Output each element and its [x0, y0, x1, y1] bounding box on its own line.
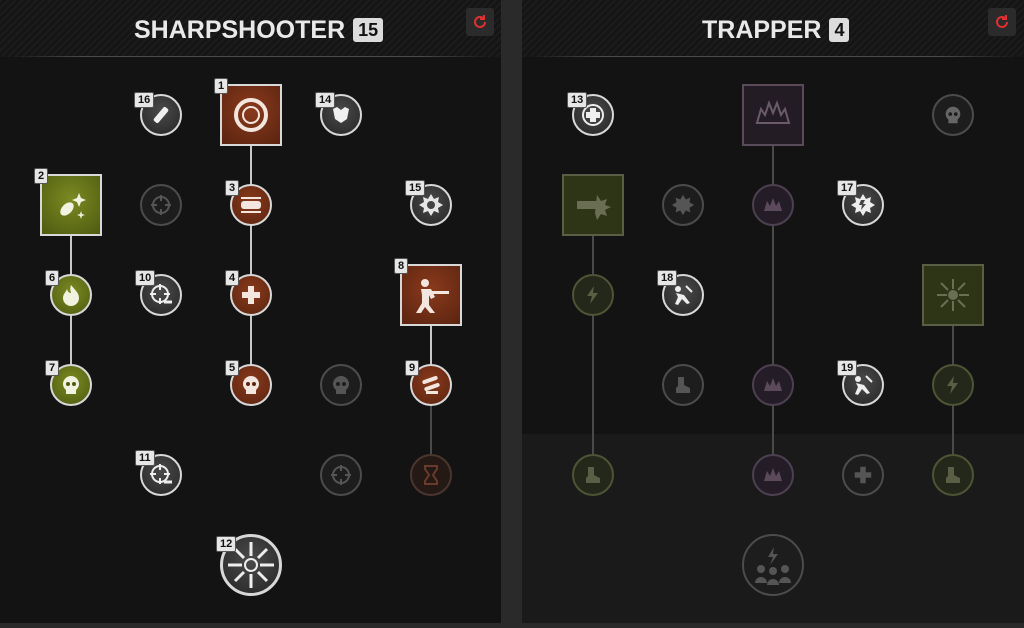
connector-2-6	[70, 236, 72, 276]
node-number: 4	[225, 270, 240, 286]
skill-node-locked[interactable]	[662, 364, 704, 406]
node-number: 6	[45, 270, 60, 286]
node-number: 9	[405, 360, 420, 376]
crosshair-icon	[151, 195, 171, 215]
skill-node-locked[interactable]	[932, 454, 974, 496]
skill-node-2[interactable]	[40, 174, 102, 236]
connector-9-lock	[430, 404, 432, 456]
node-number: 1	[214, 78, 229, 94]
skill-node-locked[interactable]	[932, 94, 974, 136]
reset-button[interactable]	[988, 8, 1016, 36]
skill-node-locked[interactable]	[752, 364, 794, 406]
connector-4-5	[250, 315, 252, 365]
shock-burst-icon	[937, 279, 969, 311]
team-lightning-icon	[755, 547, 791, 585]
header-divider	[532, 56, 1014, 57]
refresh-icon	[474, 15, 486, 28]
bear-trap-icon	[755, 100, 791, 124]
node-number: 7	[45, 360, 60, 376]
lightning-icon	[947, 376, 958, 394]
explosion-icon	[671, 194, 695, 216]
bullet-icon	[241, 197, 261, 213]
node-number: 12	[216, 536, 237, 552]
refresh-icon	[996, 15, 1008, 28]
points-badge: 15	[353, 18, 384, 42]
node-number: 17	[837, 180, 858, 196]
node-number: 2	[34, 168, 49, 184]
sharpshooter-panel: SHARPSHOOTER 15 16 1 14 2 3 15 6 10 4 8 …	[0, 0, 501, 623]
skill-node-locked[interactable]	[320, 454, 362, 496]
reset-button[interactable]	[466, 8, 494, 36]
skill-node-locked[interactable]	[320, 364, 362, 406]
bullets-icon	[422, 375, 440, 394]
skill-node-locked[interactable]	[662, 184, 704, 226]
connector-6-7	[70, 315, 72, 365]
medic-cross-icon	[854, 466, 872, 484]
node-number: 16	[134, 92, 155, 108]
node-number: 3	[225, 180, 240, 196]
boot-lightning-icon	[946, 467, 960, 483]
trapper-title-group: TRAPPER 4	[702, 14, 850, 46]
connector-8-9	[430, 326, 432, 366]
skill-node-locked[interactable]	[410, 454, 452, 496]
skill-node-1[interactable]	[220, 84, 282, 146]
trap-icon	[764, 378, 782, 391]
blast-shell-icon	[577, 195, 611, 220]
connector-blast-column	[592, 236, 594, 456]
node-number: 15	[405, 180, 426, 196]
connector-3-4	[250, 225, 252, 275]
boot-lightning-icon	[586, 467, 600, 483]
medic-cross-icon	[242, 286, 260, 304]
skill-node-8[interactable]	[400, 264, 462, 326]
lightning-icon	[587, 286, 598, 304]
panel-title: TRAPPER	[702, 15, 822, 44]
node-number: 14	[315, 92, 336, 108]
trap-icon	[764, 198, 782, 211]
skill-node-locked[interactable]	[752, 454, 794, 496]
boot-icon	[676, 377, 690, 393]
node-number: 8	[394, 258, 409, 274]
sharpshooter-title-group: SHARPSHOOTER 15	[134, 14, 384, 46]
skill-node-locked[interactable]	[140, 184, 182, 226]
crosshair-icon	[331, 465, 351, 485]
hourglass-icon	[424, 465, 438, 485]
skill-node-locked[interactable]	[742, 84, 804, 146]
points-badge: 4	[829, 18, 850, 42]
panel-title: SHARPSHOOTER	[134, 15, 346, 44]
skull-hourglass-icon	[63, 376, 79, 394]
flame-icon	[63, 285, 79, 306]
skill-node-locked[interactable]	[572, 454, 614, 496]
skull-mushroom-icon	[243, 376, 259, 394]
node-number: 10	[135, 270, 156, 286]
trap-icon	[764, 468, 782, 481]
skull-icon	[333, 376, 349, 394]
skill-node-locked[interactable]	[572, 274, 614, 316]
trapper-panel: TRAPPER 4 13 17 18 19	[522, 0, 1024, 623]
node-number: 5	[225, 360, 240, 376]
skill-node-locked[interactable]	[932, 364, 974, 406]
prone-shooter-icon	[416, 279, 449, 313]
skill-node-locked[interactable]	[562, 174, 624, 236]
node-number: 18	[657, 270, 678, 286]
header-divider	[10, 56, 491, 57]
node-number: 19	[837, 360, 858, 376]
comet-sparkle-icon	[60, 193, 86, 219]
skill-node-locked[interactable]	[742, 534, 804, 596]
skill-node-locked[interactable]	[922, 264, 984, 326]
skull-icon	[945, 106, 961, 124]
reticle-ring-icon	[234, 98, 268, 132]
skill-node-locked[interactable]	[752, 184, 794, 226]
connector-1-3	[250, 145, 252, 185]
node-number: 13	[567, 92, 588, 108]
node-number: 11	[135, 450, 155, 466]
skill-node-locked[interactable]	[842, 454, 884, 496]
